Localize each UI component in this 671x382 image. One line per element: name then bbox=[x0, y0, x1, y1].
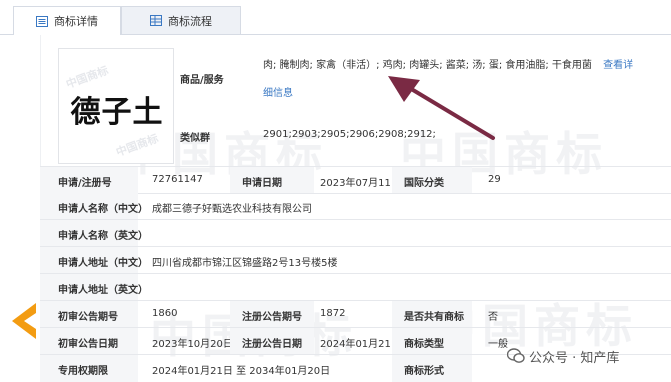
view-details-link-cont[interactable]: 细信息 bbox=[263, 88, 293, 99]
reg-no-value: 72761147 bbox=[152, 174, 203, 185]
tab-trademark-details[interactable]: 商标详情 bbox=[13, 6, 121, 35]
exclusive-value: 2024年01月21日 至 2034年01月20日 bbox=[152, 366, 331, 377]
reg-pub-date-label: 注册公告日期 bbox=[242, 339, 302, 350]
prelim-date-label: 初审公告日期 bbox=[58, 339, 118, 350]
goods-services-text: 肉; 腌制肉; 家禽（非活）; 鸡肉; 肉罐头; 酱菜; 汤; 蛋; 食用油脂;… bbox=[263, 60, 592, 71]
table-row: 申请人名称（中文） 成都三德子好甄选农业科技有限公司 bbox=[40, 193, 671, 220]
tab-trademark-process[interactable]: 商标流程 bbox=[121, 6, 241, 34]
shared-value: 否 bbox=[488, 312, 498, 323]
prelim-date-value: 2023年10月20日 bbox=[152, 339, 233, 350]
mark-form-label: 商标形式 bbox=[404, 366, 444, 377]
reg-no-label: 申请/注册号 bbox=[58, 178, 112, 189]
applicant-cn-label: 申请人名称（中文） bbox=[58, 204, 148, 215]
goods-services-link-line: 细信息 bbox=[263, 84, 293, 99]
table-row: 申请人地址（中文） 四川省成都市锦江区锦盛路2号13号楼5楼 bbox=[40, 247, 671, 274]
intl-class-label: 国际分类 bbox=[404, 178, 444, 189]
mark-type-label: 商标类型 bbox=[404, 339, 444, 350]
apply-date-value: 2023年07月11日 bbox=[320, 178, 401, 189]
prelim-no-value: 1860 bbox=[152, 308, 178, 319]
logo-seal-text: 中国商标 bbox=[114, 131, 161, 160]
address-cn-label: 申请人地址（中文） bbox=[58, 258, 148, 269]
tab-label: 商标详情 bbox=[54, 15, 98, 28]
applicant-en-label: 申请人名称（英文） bbox=[58, 231, 148, 242]
prelim-no-label: 初审公告期号 bbox=[58, 312, 118, 323]
list-doc-icon bbox=[36, 15, 48, 27]
mark-type-value: 一般 bbox=[488, 339, 508, 350]
table-row: 申请人地址（英文） bbox=[40, 274, 671, 301]
reg-pub-no-label: 注册公告期号 bbox=[242, 312, 302, 323]
address-en-label: 申请人地址（英文） bbox=[58, 285, 148, 296]
table-row: 申请/注册号 72761147 申请日期 2023年07月11日 国际分类 29 bbox=[40, 166, 671, 194]
grid-table-icon bbox=[150, 15, 162, 26]
shared-label: 是否共有商标 bbox=[404, 312, 464, 323]
view-details-link[interactable]: 查看详 bbox=[603, 60, 633, 71]
trademark-image: 中国商标 中国商标 德子土 bbox=[58, 48, 174, 164]
table-row: 初审公告期号 1860 注册公告期号 1872 是否共有商标 否 bbox=[40, 301, 671, 328]
reg-pub-no-value: 1872 bbox=[320, 308, 346, 319]
intl-class-value: 29 bbox=[488, 174, 501, 185]
exclusive-label: 专用权期限 bbox=[58, 366, 108, 377]
tab-label: 商标流程 bbox=[168, 14, 212, 28]
brand-text: 公众号 · 知产库 bbox=[529, 350, 620, 366]
reg-pub-date-value: 2024年01月21日 bbox=[320, 339, 401, 350]
goods-services-label: 商品/服务 bbox=[180, 75, 224, 86]
applicant-cn-value: 成都三德子好甄选农业科技有限公司 bbox=[152, 204, 312, 215]
tab-bar: 商标详情 商标流程 bbox=[0, 0, 671, 35]
previous-arrow-icon[interactable] bbox=[12, 303, 38, 339]
similar-group-value: 2901;2903;2905;2906;2908;2912; bbox=[263, 129, 436, 140]
brand-watermark: 公众号 · 知产库 bbox=[507, 347, 620, 366]
similar-group-label: 类似群 bbox=[180, 133, 210, 144]
goods-services-value: 肉; 腌制肉; 家禽（非活）; 鸡肉; 肉罐头; 酱菜; 汤; 蛋; 食用油脂;… bbox=[263, 56, 633, 71]
trademark-logo-text: 德子土 bbox=[70, 95, 164, 130]
wechat-icon bbox=[507, 348, 525, 363]
apply-date-label: 申请日期 bbox=[242, 178, 282, 189]
content-border bbox=[40, 35, 41, 166]
table-row: 申请人名称（英文） bbox=[40, 220, 671, 247]
address-cn-value: 四川省成都市锦江区锦盛路2号13号楼5楼 bbox=[152, 258, 338, 269]
